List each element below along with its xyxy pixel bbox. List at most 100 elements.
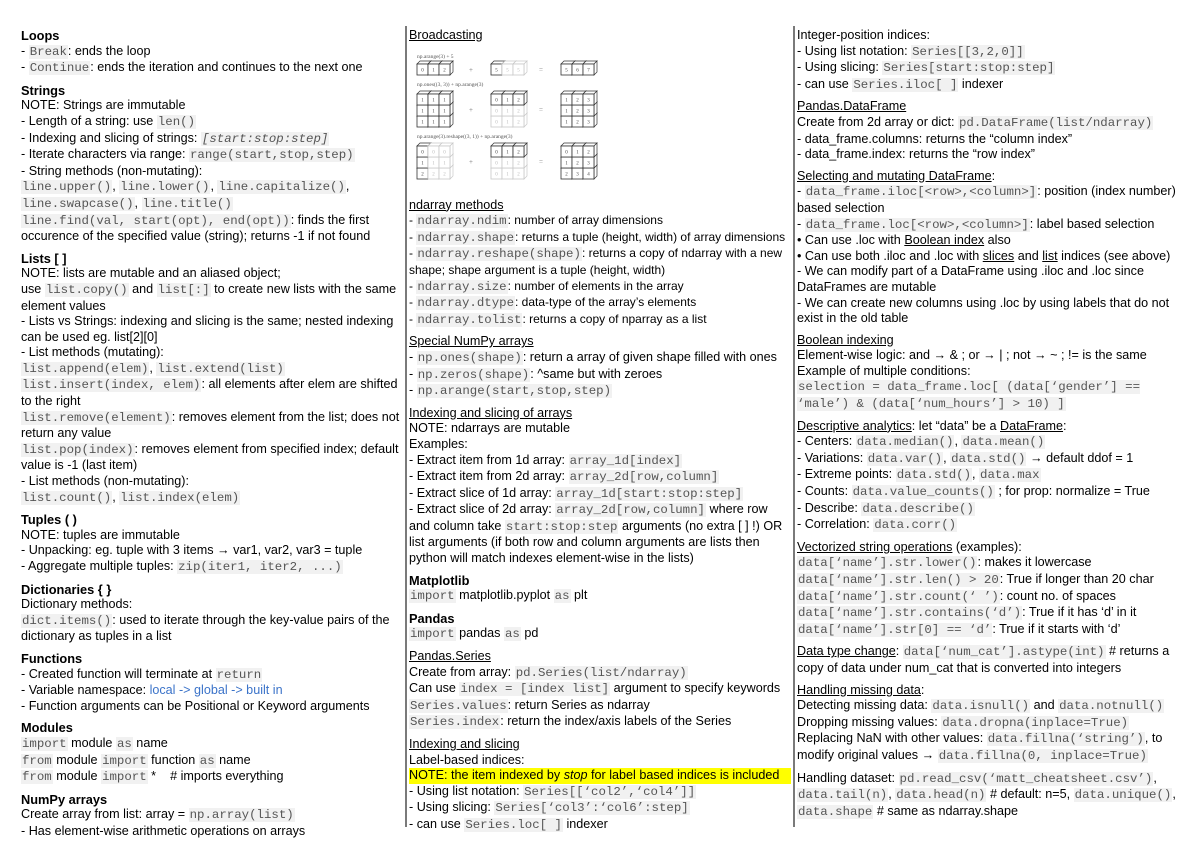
missing-drop: Dropping missing values: data.dropna(inp…: [797, 714, 1130, 730]
heading-pandas: Pandas: [409, 610, 455, 626]
dataset-line: Handling dataset: pd.read_csv(‘matt_chea…: [797, 770, 1176, 819]
column-divider-2: [793, 26, 795, 827]
section-pandas: Pandas import pandas as pd: [409, 611, 791, 643]
intpos-slice: - Using slicing: Series[start:stop:step]: [797, 60, 1056, 76]
section-vectorized: Vectorized string operations (examples):…: [797, 540, 1189, 639]
section-special-arrays: Special NumPy arrays - np.ones(shape): r…: [409, 334, 791, 399]
descriptive-centers: - Centers: data.median(), data.mean(): [797, 434, 1046, 450]
array-cell-side: [523, 141, 528, 158]
selecting-loc: - data_frame.loc[<row>,<column>]: label …: [797, 216, 1155, 232]
array-cell-side: [593, 141, 598, 158]
modules-line-2: from module import function as name: [21, 752, 251, 768]
label-list: - Using list notation: Series[[‘col2’,‘c…: [409, 783, 697, 799]
tuples-unpacking: - Unpacking: eg. tuple with 3 items → va…: [21, 543, 363, 558]
lists-pop: list.pop(index): removes element from sp…: [21, 441, 399, 473]
array-indexing-note: NOTE: ndarrays are mutable: [409, 421, 570, 436]
lists-nonmutating-label: - List methods (non-mutating):: [21, 474, 189, 489]
strings-find: line.find(val, start(opt), end(opt)): fi…: [21, 212, 371, 244]
column-1: Loops - Break: ends the loop - Continue:…: [21, 28, 401, 846]
heading-array-indexing: Indexing and slicing of arrays: [409, 405, 573, 420]
section-dtype-change: Data type change: data[‘num_cat’].astype…: [797, 644, 1189, 676]
functions-namespace: - Variable namespace: local -> global ->…: [21, 683, 283, 698]
strings-slice: - Indexing and slicing of strings: [star…: [21, 130, 330, 146]
strings-len: - Length of a string: use len(): [21, 113, 197, 129]
heading-special-arrays: Special NumPy arrays: [409, 334, 534, 349]
section-descriptive: Descriptive analytics: let “data” be a D…: [797, 419, 1189, 534]
vectorized-item: data[‘name’].str.contains(‘d’): True if …: [797, 605, 1137, 621]
section-matplotlib: Matplotlib import matplotlib.pyplot as p…: [409, 573, 791, 605]
column-divider-1: [405, 26, 407, 827]
plus-sign: +: [469, 66, 473, 74]
label-based-indices: Label-based indices:: [409, 752, 525, 767]
boolean-example-label: Example of multiple conditions:: [797, 363, 971, 378]
series-index-arg: Can use index = [index list] argument to…: [409, 681, 781, 697]
dataframe-columns: - data_frame.columns: returns the “colum…: [797, 131, 1073, 146]
array-cell-side: [449, 89, 454, 106]
heading-matplotlib: Matplotlib: [409, 572, 470, 588]
section-series-slicing: Indexing and slicing Label-based indices…: [409, 737, 791, 834]
equals-sign: =: [539, 158, 543, 166]
code-continue: Continue: [28, 61, 91, 76]
array-cell-side: [449, 141, 454, 158]
heading-strings: Strings: [21, 82, 66, 98]
dict-items: dict.items(): used to iterate through th…: [21, 612, 390, 644]
special-arange: - np.arange(start,stop,step): [409, 383, 613, 399]
modules-line-1: import module as name: [21, 735, 168, 751]
vectorized-list: data[‘name’].str.lower(): makes it lower…: [797, 555, 1189, 638]
lists-count-index: list.count(), list.index(elem): [21, 489, 241, 505]
figure-label: np.arange(3) + 5: [417, 53, 454, 60]
selecting-bullet-2: • Can use both .iloc and .loc with slice…: [797, 248, 1171, 263]
heading-selecting: Selecting and mutating DataFrame:: [797, 168, 996, 183]
missing-detect: Detecting missing data: data.isnull() an…: [797, 698, 1165, 714]
section-array-indexing: Indexing and slicing of arrays NOTE: nda…: [409, 406, 791, 567]
heading-numpy: NumPy arrays: [21, 791, 108, 807]
equals-sign: =: [539, 106, 543, 114]
section-lists: Lists [ ] NOTE: lists are mutable and an…: [21, 251, 401, 507]
equals-sign: =: [539, 66, 543, 74]
strings-methods-2: line.swapcase(), line.title(): [21, 195, 233, 211]
dataframe-index: - data_frame.index: returns the “row ind…: [797, 147, 1035, 162]
heading-lists: Lists [ ]: [21, 250, 67, 266]
descriptive-corr: - Correlation: data.corr(): [797, 517, 958, 533]
heading-broadcasting: Broadcasting: [409, 28, 483, 42]
dtype-change: Data type change: data[‘num_cat’].astype…: [797, 644, 1170, 675]
tuples-note: NOTE: tuples are immutable: [21, 527, 180, 542]
lists-copy: use list.copy() and list[:] to create ne…: [21, 281, 397, 313]
lists-append-extend: list.append(elem), list.extend(list): [21, 360, 285, 376]
boolean-logic: Element-wise logic: and → & ; or → | ; n…: [797, 348, 1147, 363]
section-pandas-series: Pandas.Series Create from array: pd.Seri…: [409, 649, 791, 731]
column-3: Integer-position indices: - Using list n…: [797, 28, 1189, 826]
section-strings: Strings NOTE: Strings are immutable - Le…: [21, 83, 401, 245]
vectorized-item: data[‘name’].str.len() > 20: True if lon…: [797, 572, 1154, 587]
section-boolean-indexing: Boolean indexing Element-wise logic: and…: [797, 333, 1189, 413]
strings-range: - Iterate characters via range: range(st…: [21, 147, 355, 163]
plus-sign: +: [469, 158, 473, 166]
series-index: Series.index: return the index/axis labe…: [409, 714, 732, 730]
lists-note: NOTE: lists are mutable and an aliased o…: [21, 266, 281, 281]
strings-methods-label: - String methods (non-mutating):: [21, 163, 203, 178]
ndarray-methods-list: - ndarray.ndim: number of array dimensio…: [409, 213, 791, 328]
section-integer-position: Integer-position indices: - Using list n…: [797, 28, 1189, 93]
ndarray-method-item: - ndarray.shape: returns a tuple (height…: [409, 229, 786, 245]
pandas-import: import pandas as pd: [409, 626, 539, 642]
figure-label: np.ones((3, 3)) + np.arange(3): [417, 81, 483, 88]
functions-args: - Function arguments can be Positional o…: [21, 698, 370, 713]
descriptive-extremes: - Extreme points: data.std(), data.max: [797, 467, 1041, 483]
strings-note: NOTE: Strings are immutable: [21, 98, 186, 113]
section-dictionaries: Dictionaries { } Dictionary methods: dic…: [21, 582, 401, 645]
dataframe-create: Create from 2d array or dict: pd.DataFra…: [797, 114, 1154, 130]
code-break: Break: [28, 44, 68, 59]
array-cell-side: [523, 89, 528, 106]
loops-continue: - Continue: ends the iteration and conti…: [21, 60, 363, 76]
intpos-iloc: - can use Series.iloc[ ] indexer: [797, 76, 1004, 92]
numpy-elementwise: - Has element-wise arithmetic operations…: [21, 823, 306, 838]
heading-missing-data: Handling missing data:: [797, 682, 925, 697]
array-cell-side: [449, 59, 454, 76]
ndarray-method-item: - ndarray.reshape(shape): returns a copy…: [409, 246, 783, 277]
section-dataset: Handling dataset: pd.read_csv(‘matt_chea…: [797, 771, 1189, 821]
section-loops: Loops - Break: ends the loop - Continue:…: [21, 28, 401, 77]
array-cell-side: [593, 89, 598, 106]
tuples-zip: - Aggregate multiple tuples: zip(iter1, …: [21, 559, 343, 574]
broadcasting-figure: np.arange(3) + 5 0 1 2 +5 5 5 = 5 6 7 np.ones((3, 3…: [411, 50, 791, 190]
section-missing-data: Handling missing data: Detecting missing…: [797, 683, 1189, 765]
